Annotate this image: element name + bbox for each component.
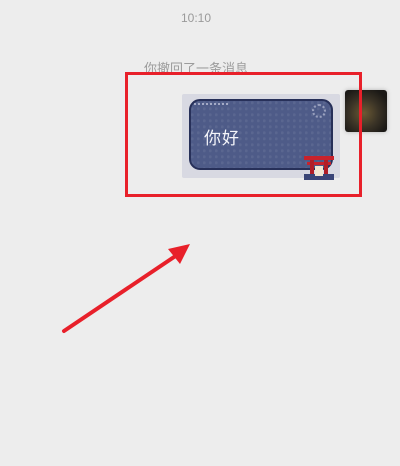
message-timestamp: 10:10 bbox=[180, 11, 212, 25]
highlight-annotation-box bbox=[125, 72, 362, 197]
